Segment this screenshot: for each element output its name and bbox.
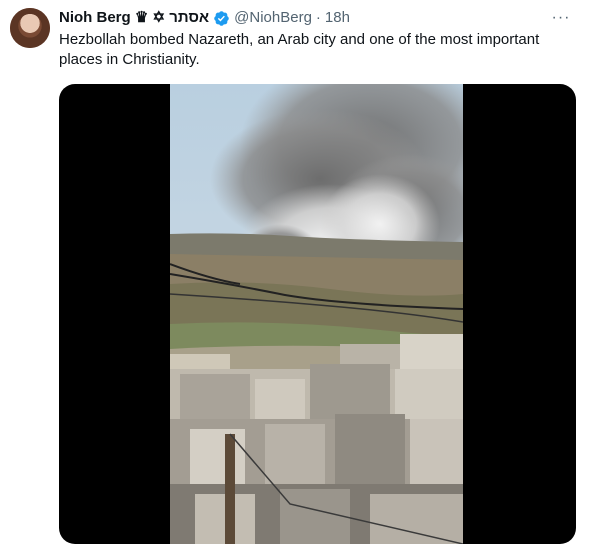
video-frame[interactable] <box>170 84 463 544</box>
tweet-header: Nioh Berg ♛ ✡ אסתר @NiohBerg · 18h <box>59 8 572 28</box>
handle[interactable]: @NiohBerg <box>234 8 312 28</box>
video-player[interactable] <box>59 84 576 544</box>
video-scene <box>170 84 463 544</box>
more-options-icon[interactable]: ··· <box>550 8 572 28</box>
avatar[interactable] <box>10 8 50 48</box>
tweet-text: Hezbollah bombed Nazareth, an Arab city … <box>59 31 540 68</box>
display-name[interactable]: Nioh Berg ♛ ✡ אסתר <box>59 8 209 28</box>
verified-badge-icon <box>213 10 230 27</box>
timestamp[interactable]: 18h <box>325 8 350 28</box>
separator-dot: · <box>315 9 321 26</box>
